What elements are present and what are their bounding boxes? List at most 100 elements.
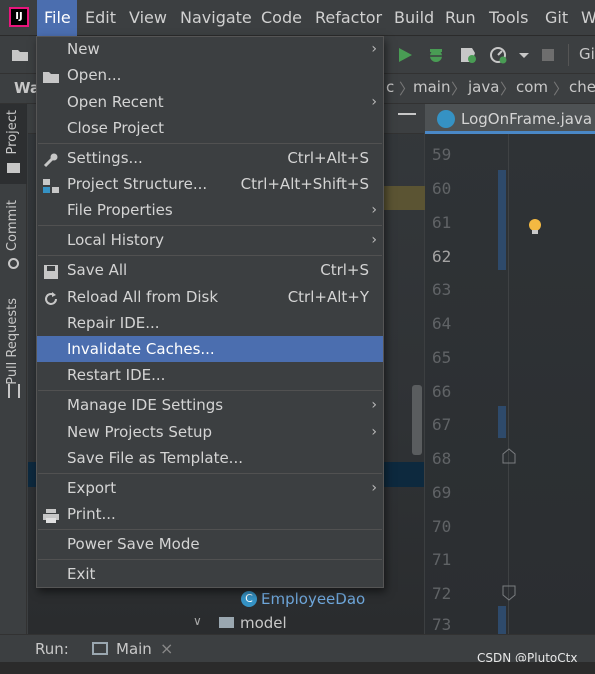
menu-item-label: Settings... [67,149,143,167]
close-icon[interactable]: × [160,639,173,658]
git-toolbar-label[interactable]: Gi [579,45,595,63]
gutter-divider [508,134,509,634]
menu-item-label: New [67,40,100,58]
menu-item-label: Local History [67,231,165,249]
class-icon: C [241,591,257,607]
open-folder-icon[interactable] [10,45,30,65]
menu-item-reload-all[interactable]: Reload All from Disk Ctrl+Alt+Y [37,284,383,310]
minimize-icon[interactable] [398,113,416,115]
menu-item-label: Restart IDE... [67,366,166,384]
menu-item-label: Close Project [67,119,164,137]
breadcrumb-item[interactable]: com [516,78,548,96]
run-label: Run: [35,640,69,658]
editor-tab-label[interactable]: LogOnFrame.java [461,110,592,128]
tree-item-model[interactable]: model [240,614,287,632]
menu-item-local-history[interactable]: Local History › [37,227,383,253]
menu-file[interactable]: File [37,0,77,36]
menu-item-new[interactable]: New › [37,36,383,62]
menu-item-export[interactable]: Export › [37,475,383,501]
menu-navigate[interactable]: Navigate [180,0,252,36]
menu-item-file-properties[interactable]: File Properties › [37,197,383,223]
profiler-icon[interactable] [488,45,508,65]
chevron-right-icon: › [371,41,377,57]
chevron-right-icon: › [371,397,377,413]
menu-item-open-recent[interactable]: Open Recent › [37,89,383,115]
menu-separator [38,529,382,530]
fold-icon[interactable] [502,585,516,601]
fold-icon[interactable] [502,448,516,464]
chevron-right-icon: › [371,424,377,440]
menu-item-shortcut: Ctrl+Alt+Shift+S [240,175,369,193]
package-folder-icon [219,617,234,628]
menu-item-label: Open... [67,66,122,84]
tab-commit-label: Commit [5,200,20,252]
menu-item-shortcut: Ctrl+Alt+Y [287,288,369,306]
tab-pull-requests[interactable]: Pull Requests [0,296,27,406]
tab-pull-requests-label: Pull Requests [5,298,20,385]
breadcrumb-item[interactable]: c [386,78,394,96]
project-structure-icon [42,176,60,193]
menu-item-label: Print... [67,505,116,523]
menu-separator [38,390,382,391]
breadcrumb-separator: 〉 [500,80,516,98]
menu-item-invalidate-caches[interactable]: Invalidate Caches... [37,336,383,362]
menu-item-label: Exit [67,565,96,583]
scrollbar-thumb[interactable] [412,385,422,455]
folder-icon [42,67,60,83]
line-number: 69 [432,483,452,502]
menu-item-label: Reload All from Disk [67,288,219,306]
menu-git[interactable]: Git [545,0,568,36]
menu-item-restart-ide[interactable]: Restart IDE... [37,362,383,388]
java-class-icon [437,110,455,128]
breadcrumb-separator: 〉 [553,80,569,98]
menu-item-settings[interactable]: Settings... Ctrl+Alt+S [37,145,383,171]
coverage-icon[interactable] [458,45,478,65]
menu-build[interactable]: Build [394,0,434,36]
run-tab-main[interactable]: Main [116,640,152,658]
menu-item-project-structure[interactable]: Project Structure... Ctrl+Alt+Shift+S [37,171,383,197]
menu-item-repair-ide[interactable]: Repair IDE... [37,310,383,336]
breadcrumb-item[interactable]: main [413,78,450,96]
save-icon [42,262,60,279]
tab-commit[interactable]: Commit [0,196,27,276]
run-icon[interactable] [395,45,415,65]
debug-icon[interactable] [426,45,446,65]
menu-item-save-all[interactable]: Save All Ctrl+S [37,257,383,283]
folder-icon [7,163,20,173]
menu-item-new-projects-setup[interactable]: New Projects Setup › [37,419,383,445]
menu-item-close-project[interactable]: Close Project [37,115,383,141]
intellij-logo-icon: IJ [9,7,29,27]
chevron-down-icon[interactable] [514,45,534,65]
breadcrumb-separator: 〉 [399,80,415,98]
menu-window[interactable]: W [581,0,595,36]
lightbulb-icon[interactable] [528,218,542,236]
menu-item-print[interactable]: Print... [37,501,383,527]
chevron-down-icon[interactable]: ∨ [193,614,202,628]
breadcrumb-item[interactable]: che [569,78,595,96]
tab-project[interactable]: Project [0,104,27,184]
menu-item-exit[interactable]: Exit [37,561,383,587]
menu-tools[interactable]: Tools [489,0,528,36]
menu-item-shortcut: Ctrl+Alt+S [287,149,369,167]
console-output [0,662,595,674]
chevron-right-icon: › [371,480,377,496]
menu-code[interactable]: Code [261,0,302,36]
tree-highlight [383,186,425,210]
vcs-change-marker [498,606,506,634]
pull-request-icon [8,384,20,398]
menu-item-manage-ide-settings[interactable]: Manage IDE Settings › [37,392,383,418]
menu-run[interactable]: Run [445,0,476,36]
menu-refactor[interactable]: Refactor [315,0,382,36]
console-icon [92,642,108,655]
menu-item-save-file-as-template[interactable]: Save File as Template... [37,445,383,471]
menu-item-open[interactable]: Open... [37,62,383,88]
menu-item-label: Save All [67,261,128,279]
menu-view[interactable]: View [129,0,167,36]
menu-item-label: Invalidate Caches... [67,340,215,358]
breadcrumb-item[interactable]: java [468,78,499,96]
line-number: 64 [432,314,452,333]
stop-icon[interactable] [538,45,558,65]
menu-edit[interactable]: Edit [85,0,116,36]
tree-item-employeedao[interactable]: EmployeeDao [261,590,365,608]
menu-item-power-save-mode[interactable]: Power Save Mode [37,531,383,557]
